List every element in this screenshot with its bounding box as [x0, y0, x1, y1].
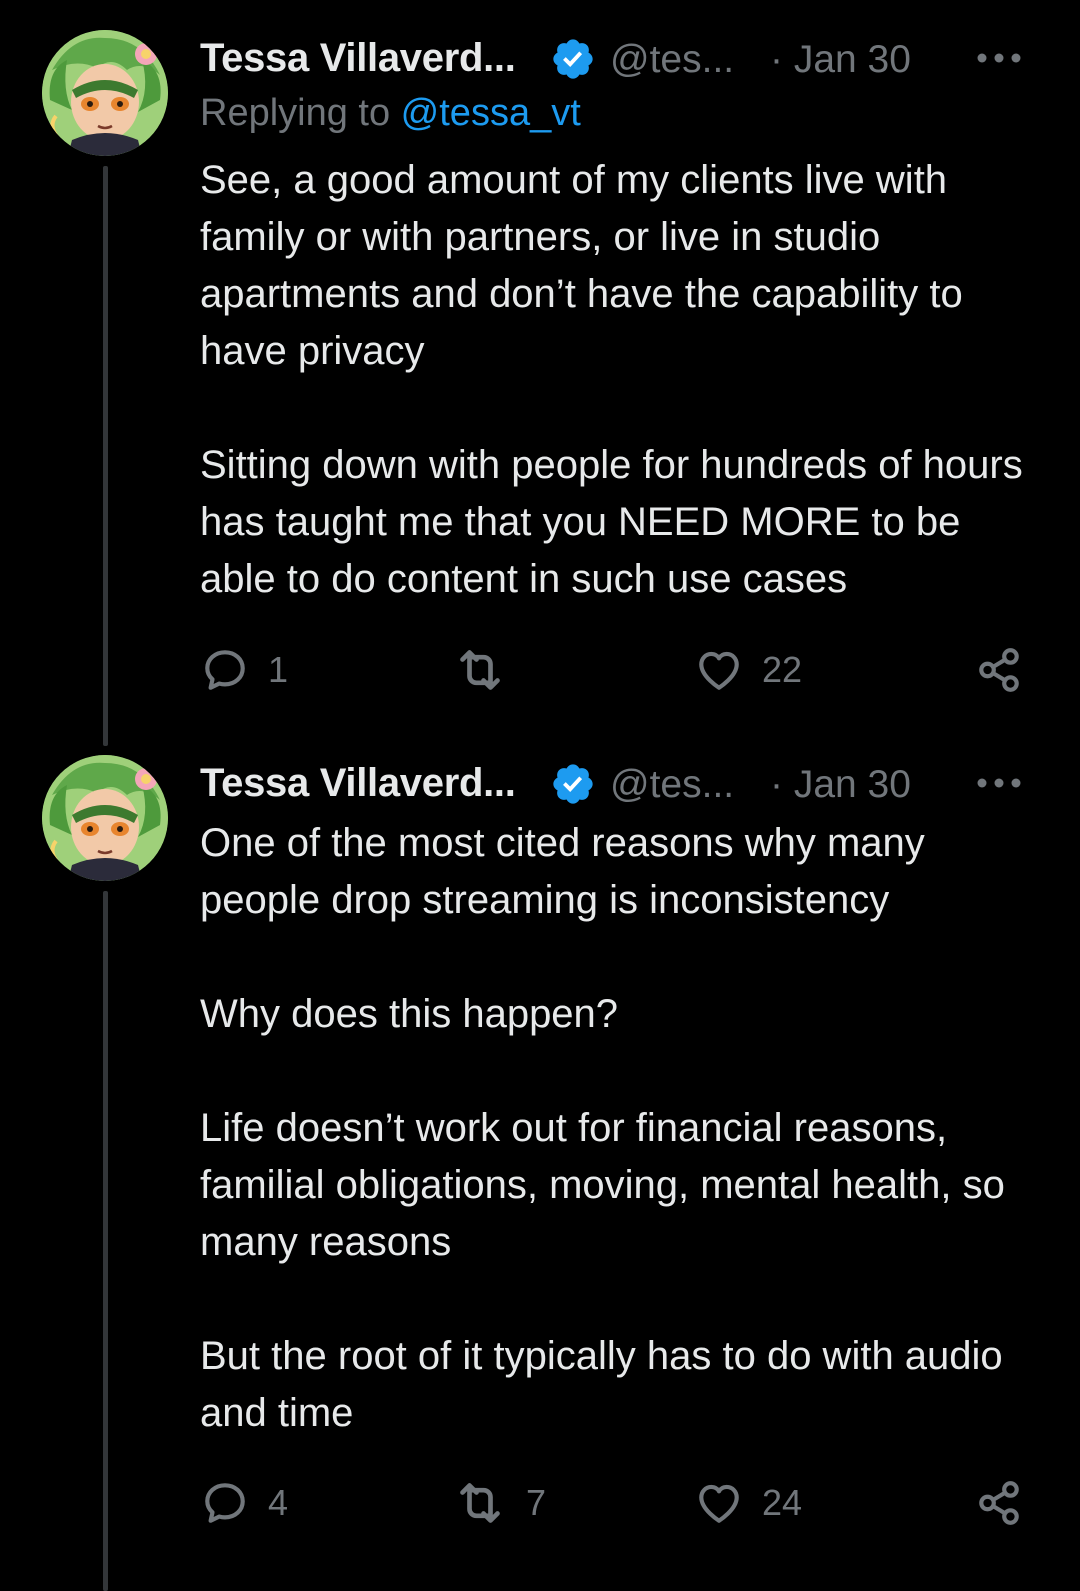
tweet-text: See, a good amount of my clients live wi…	[200, 152, 1040, 608]
tweet-actions: 4 7 24	[200, 1473, 1030, 1533]
tweet-date[interactable]: · Jan 30	[770, 38, 911, 82]
more-options-icon[interactable]	[974, 771, 1024, 795]
tweet-paragraph: Why does this happen?	[200, 992, 619, 1036]
tweet-paragraph: But the root of it typically has to do w…	[200, 1334, 1003, 1435]
tweet-actions: 1 22	[200, 640, 1030, 700]
tweet-header: Tessa Villaverd... @tes... · Jan 30	[200, 755, 1040, 815]
tweet-content: Tessa Villaverd... @tes... · Jan 30 One …	[200, 755, 1040, 1442]
retweet-button[interactable]: 7	[452, 1473, 546, 1533]
tweet-paragraph: One of the most cited reasons why many p…	[200, 821, 925, 922]
heart-icon	[694, 1478, 744, 1528]
avatar[interactable]	[42, 755, 168, 881]
thread-line	[103, 166, 108, 746]
share-icon	[974, 1478, 1024, 1528]
tweet[interactable]: Tessa Villaverd... @tes... · Jan 30 One …	[0, 755, 1080, 1591]
share-icon	[974, 645, 1024, 695]
verified-badge-icon[interactable]	[550, 761, 596, 807]
tweet-paragraph: Sitting down with people for hundreds of…	[200, 443, 1023, 601]
tweet-paragraph: See, a good amount of my clients live wi…	[200, 158, 963, 373]
thread-line	[103, 891, 108, 1591]
heart-icon	[694, 645, 744, 695]
verified-badge-icon[interactable]	[550, 36, 596, 82]
like-count: 24	[762, 1482, 803, 1523]
replying-to: Replying to @tessa_vt	[200, 92, 1040, 152]
reply-button[interactable]: 4	[200, 1473, 288, 1533]
retweet-icon	[452, 642, 508, 698]
author-handle[interactable]: @tes...	[610, 763, 734, 807]
tweet-content: Tessa Villaverd... @tes... · Jan 30 Repl…	[200, 30, 1040, 608]
avatar[interactable]	[42, 30, 168, 156]
author-display-name[interactable]: Tessa Villaverd...	[200, 761, 516, 806]
reply-count: 1	[268, 649, 289, 690]
author-handle[interactable]: @tes...	[610, 38, 734, 82]
reply-count: 4	[268, 1482, 289, 1523]
reply-button[interactable]: 1	[200, 640, 288, 700]
replying-to-mention-link[interactable]: @tessa_vt	[401, 92, 581, 134]
like-button[interactable]: 24	[694, 1473, 802, 1533]
share-button[interactable]	[974, 640, 1024, 700]
share-button[interactable]	[974, 1473, 1024, 1533]
tweet-header: Tessa Villaverd... @tes... · Jan 30	[200, 30, 1040, 90]
tweet-date[interactable]: · Jan 30	[770, 763, 911, 807]
tweet-paragraph: Life doesn’t work out for financial reas…	[200, 1106, 1005, 1264]
retweet-count: 7	[526, 1482, 547, 1523]
reply-icon	[200, 645, 250, 695]
retweet-icon	[452, 1475, 508, 1531]
tweet-text: One of the most cited reasons why many p…	[200, 815, 1040, 1442]
retweet-button[interactable]	[452, 640, 526, 700]
like-count: 22	[762, 649, 803, 690]
more-options-icon[interactable]	[974, 46, 1024, 70]
reply-icon	[200, 1478, 250, 1528]
replying-to-prefix: Replying to	[200, 92, 401, 134]
like-button[interactable]: 22	[694, 640, 802, 700]
author-display-name[interactable]: Tessa Villaverd...	[200, 36, 516, 81]
tweet[interactable]: Tessa Villaverd... @tes... · Jan 30 Repl…	[0, 30, 1080, 750]
